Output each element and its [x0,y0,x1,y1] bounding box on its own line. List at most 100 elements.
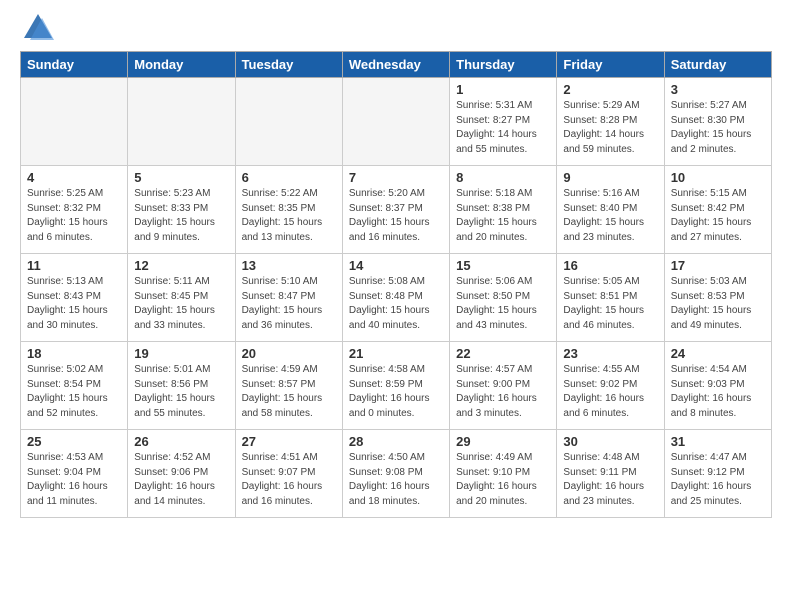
day-info-line: and 59 minutes. [563,143,657,158]
day-info-line: Sunrise: 4:49 AM [456,451,550,466]
day-number: 15 [456,258,550,273]
day-info-line: Sunset: 8:42 PM [671,202,765,217]
calendar-cell: 25Sunrise: 4:53 AMSunset: 9:04 PMDayligh… [21,430,128,518]
day-info-line: Sunrise: 4:48 AM [563,451,657,466]
calendar-cell: 5Sunrise: 5:23 AMSunset: 8:33 PMDaylight… [128,166,235,254]
day-info-line: Sunrise: 5:06 AM [456,275,550,290]
day-info-line: Sunrise: 5:29 AM [563,99,657,114]
day-info-line: Sunset: 8:45 PM [134,290,228,305]
day-info-line: Sunset: 8:32 PM [27,202,121,217]
day-info-line: Sunset: 8:54 PM [27,378,121,393]
day-info-line: Sunset: 8:28 PM [563,114,657,129]
day-info-line: Daylight: 14 hours [456,128,550,143]
day-info-line: Daylight: 15 hours [456,216,550,231]
day-info-line: and 20 minutes. [456,495,550,510]
day-info-line: Sunrise: 5:03 AM [671,275,765,290]
day-info-line: Daylight: 15 hours [134,304,228,319]
calendar-header-sunday: Sunday [21,52,128,78]
day-number: 10 [671,170,765,185]
day-info-line: and 11 minutes. [27,495,121,510]
day-info-line: Daylight: 16 hours [456,392,550,407]
day-info-line: and 33 minutes. [134,319,228,334]
day-info-line: Sunset: 9:02 PM [563,378,657,393]
day-info-line: Sunset: 9:10 PM [456,466,550,481]
calendar-cell: 29Sunrise: 4:49 AMSunset: 9:10 PMDayligh… [450,430,557,518]
calendar-header-row: SundayMondayTuesdayWednesdayThursdayFrid… [21,52,772,78]
day-info-line: Sunrise: 4:58 AM [349,363,443,378]
day-info-line: and 8 minutes. [671,407,765,422]
day-info-line: Daylight: 15 hours [349,216,443,231]
calendar-cell: 31Sunrise: 4:47 AMSunset: 9:12 PMDayligh… [664,430,771,518]
calendar-cell: 13Sunrise: 5:10 AMSunset: 8:47 PMDayligh… [235,254,342,342]
day-info-line: Sunset: 8:47 PM [242,290,336,305]
calendar-cell [342,78,449,166]
day-number: 7 [349,170,443,185]
day-number: 12 [134,258,228,273]
calendar-cell: 8Sunrise: 5:18 AMSunset: 8:38 PMDaylight… [450,166,557,254]
day-number: 1 [456,82,550,97]
calendar-cell: 15 Sunrise: 5:06 AMSunset: 8:50 PMDayligh… [450,254,557,342]
day-info-line: Sunset: 8:43 PM [27,290,121,305]
day-info-line: Daylight: 15 hours [242,392,336,407]
calendar-cell [21,78,128,166]
day-info-line: Daylight: 15 hours [349,304,443,319]
day-number: 26 [134,434,228,449]
day-number: 30 [563,434,657,449]
day-info-line: and 55 minutes. [134,407,228,422]
day-number: 18 [27,346,121,361]
day-info-line: Daylight: 15 hours [456,304,550,319]
day-number: 5 [134,170,228,185]
day-info-line: Daylight: 16 hours [671,392,765,407]
calendar-cell [128,78,235,166]
day-info-line: Daylight: 15 hours [27,392,121,407]
day-info-line: Sunrise: 5:20 AM [349,187,443,202]
logo [20,10,60,46]
day-info-line: Daylight: 16 hours [349,480,443,495]
day-info-line: and 23 minutes. [563,231,657,246]
day-info-line: Daylight: 16 hours [456,480,550,495]
day-info-line: and 30 minutes. [27,319,121,334]
calendar-cell: 6Sunrise: 5:22 AMSunset: 8:35 PMDaylight… [235,166,342,254]
day-info-line: Sunrise: 4:55 AM [563,363,657,378]
day-info-line: Sunrise: 5:10 AM [242,275,336,290]
day-info-line: Sunrise: 4:51 AM [242,451,336,466]
day-info-line: Sunset: 9:12 PM [671,466,765,481]
day-number: 8 [456,170,550,185]
day-info-line: and 58 minutes. [242,407,336,422]
day-info-line: and 16 minutes. [349,231,443,246]
day-info-line: and 27 minutes. [671,231,765,246]
day-number: 23 [563,346,657,361]
calendar-cell: 1Sunrise: 5:31 AMSunset: 8:27 PMDaylight… [450,78,557,166]
day-info-line: Daylight: 15 hours [27,304,121,319]
day-info-line: Sunset: 9:03 PM [671,378,765,393]
day-info-line: Daylight: 15 hours [134,392,228,407]
calendar-cell: 14Sunrise: 5:08 AMSunset: 8:48 PMDayligh… [342,254,449,342]
day-number: 9 [563,170,657,185]
day-info-line: Sunset: 8:50 PM [456,290,550,305]
day-number: 2 [563,82,657,97]
day-info-line: Sunset: 8:30 PM [671,114,765,129]
day-info-line: Sunset: 8:35 PM [242,202,336,217]
day-info-line: and 18 minutes. [349,495,443,510]
day-info-line: Sunrise: 5:15 AM [671,187,765,202]
day-info-line: Sunrise: 5:27 AM [671,99,765,114]
day-number: 11 [27,258,121,273]
day-info-line: Daylight: 15 hours [134,216,228,231]
day-number: 6 [242,170,336,185]
day-info-line: Sunrise: 5:08 AM [349,275,443,290]
day-info-line: Sunrise: 4:54 AM [671,363,765,378]
calendar-header-friday: Friday [557,52,664,78]
calendar-header-saturday: Saturday [664,52,771,78]
day-info-line: Sunrise: 5:16 AM [563,187,657,202]
day-info-line: Sunrise: 5:22 AM [242,187,336,202]
logo-icon [20,10,56,46]
calendar-cell [235,78,342,166]
day-info-line: Daylight: 16 hours [671,480,765,495]
day-info-line: Sunset: 8:59 PM [349,378,443,393]
day-info-line: Sunrise: 5:11 AM [134,275,228,290]
day-info-line: Daylight: 16 hours [27,480,121,495]
calendar-cell: 11Sunrise: 5:13 AMSunset: 8:43 PMDayligh… [21,254,128,342]
day-info-line: Sunset: 8:51 PM [563,290,657,305]
day-info-line: Daylight: 15 hours [671,128,765,143]
day-info-line: and 49 minutes. [671,319,765,334]
